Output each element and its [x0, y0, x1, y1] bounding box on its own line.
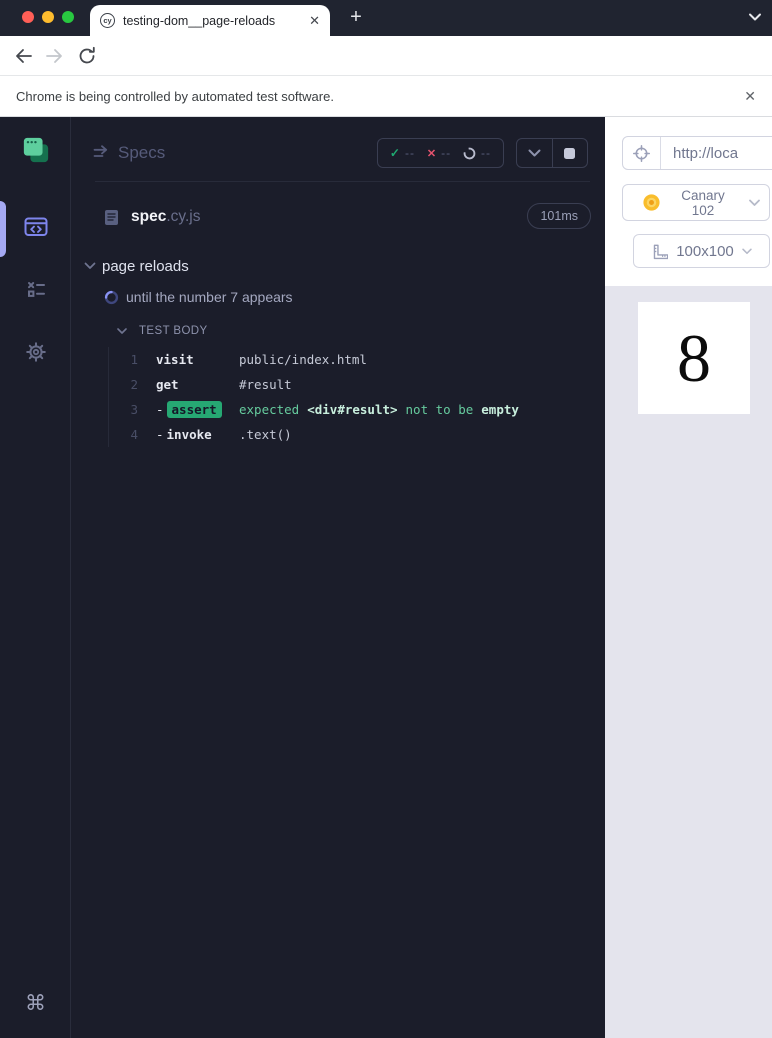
assert-badge: assert [166, 401, 222, 418]
aut-result-value: 8 [677, 320, 711, 396]
chevron-down-icon [742, 248, 752, 254]
cypress-sidebar: ⌘ [0, 117, 71, 1038]
specs-menu-icon[interactable] [93, 145, 112, 160]
test-title: until the number 7 appears [126, 289, 293, 305]
command-message: public/index.html [239, 352, 367, 367]
command-row-assert[interactable]: 3 - assert expected <div#result> not to be… [109, 397, 590, 422]
suite-title: page reloads [102, 257, 189, 275]
spec-file-icon [105, 209, 118, 225]
spec-name: spec [131, 208, 167, 225]
ruler-icon [654, 244, 669, 259]
chrome-canary-icon [643, 194, 660, 211]
pending-count: -- [481, 146, 492, 160]
minimize-window-button[interactable] [42, 11, 54, 23]
command-number: 2 [130, 377, 138, 392]
assert-message-part: <div#result> [307, 402, 398, 417]
assert-message-part: empty [481, 402, 519, 417]
test-row[interactable]: until the number 7 appears [104, 285, 293, 309]
cypress-app: ⌘ Specs ✓ -- ✕ -- -- spec .cy.js 101ms p… [0, 117, 772, 1038]
tab-search-chevron-icon[interactable] [748, 12, 762, 22]
reporter-panel: Specs ✓ -- ✕ -- -- spec .cy.js 101ms pag… [71, 117, 605, 1038]
test-body-label: TEST BODY [139, 325, 208, 337]
aut-viewport: 8 [638, 302, 750, 414]
sidebar-item-runs[interactable] [22, 276, 50, 304]
sidebar-item-settings[interactable] [22, 338, 50, 366]
cypress-logo-icon[interactable] [22, 136, 50, 164]
command-number: 1 [130, 352, 138, 367]
new-tab-button[interactable]: + [342, 4, 370, 32]
refresh-button[interactable] [76, 45, 98, 67]
command-log: 1 visit public/index.html 2 get #result … [108, 347, 590, 447]
fullscreen-window-button[interactable] [62, 11, 74, 23]
stats-group[interactable]: ✓ -- ✕ -- -- [377, 138, 504, 168]
sidebar-item-specs[interactable] [22, 213, 50, 241]
command-name: visit [156, 352, 194, 367]
chevron-down-icon [84, 262, 96, 269]
stat-passed: ✓ -- [390, 146, 415, 160]
header-divider [95, 181, 590, 182]
failed-count: -- [441, 146, 452, 160]
test-running-spinner-icon [104, 290, 119, 304]
aut-url-bar[interactable]: http://loca [622, 136, 772, 170]
browser-selector-value: Canary 102 [681, 187, 725, 218]
aut-frame-area: 8 [605, 286, 772, 1038]
command-row[interactable]: 1 visit public/index.html [109, 347, 590, 372]
browser-window: cy testing-dom__page-reloads ✕ + localho… [0, 0, 772, 1038]
assert-message-part: not to be [405, 402, 474, 417]
browser-selector[interactable]: Canary 102 [622, 184, 770, 221]
test-body-toggle[interactable]: TEST BODY [117, 321, 208, 341]
collapse-chevron-button[interactable] [517, 139, 552, 167]
stop-icon [564, 147, 576, 159]
close-window-button[interactable] [22, 11, 34, 23]
runner-controls [516, 138, 588, 168]
back-button[interactable] [12, 45, 34, 67]
spec-duration-badge: 101ms [527, 203, 591, 229]
browser-tab[interactable]: cy testing-dom__page-reloads ✕ [90, 5, 330, 36]
browser-toolbar: localhost:52876/__/#/specs/runner?file=c… [0, 36, 772, 106]
x-icon: ✕ [426, 147, 437, 160]
command-name: get [156, 377, 179, 392]
automation-infobar: Chrome is being controlled by automated … [0, 75, 772, 117]
selector-playground-crosshair-icon[interactable] [623, 137, 661, 169]
command-row[interactable]: 4 - invoke .text() [109, 422, 590, 447]
assert-message: expected <div#result> not to be empty [239, 402, 519, 417]
passed-count: -- [404, 146, 415, 160]
stop-button[interactable] [551, 139, 588, 167]
suite-toggle[interactable]: page reloads [84, 254, 189, 278]
pending-circle-icon [463, 147, 476, 160]
chevron-down-icon [749, 199, 760, 206]
command-number: 4 [130, 427, 138, 442]
sidebar-active-indicator [0, 201, 6, 257]
stat-failed: ✕ -- [427, 146, 451, 160]
cypress-favicon-icon: cy [100, 13, 115, 28]
tab-strip: cy testing-dom__page-reloads ✕ + [0, 0, 772, 36]
assert-message-part: expected [239, 402, 300, 417]
tab-title: testing-dom__page-reloads [123, 13, 276, 28]
command-row[interactable]: 2 get #result [109, 372, 590, 397]
forward-button[interactable] [44, 45, 66, 67]
viewport-selector-value: 100x100 [676, 242, 734, 260]
command-message: #result [239, 377, 292, 392]
command-message: .text() [239, 427, 292, 442]
reporter-title: Specs [118, 143, 166, 162]
keyboard-shortcuts-icon[interactable]: ⌘ [0, 991, 71, 1016]
child-command-dash: - [156, 402, 164, 417]
chevron-down-icon [117, 327, 127, 334]
spec-extension: .cy.js [166, 208, 201, 225]
command-number: 3 [130, 402, 138, 417]
check-icon: ✓ [389, 146, 400, 160]
viewport-selector[interactable]: 100x100 [633, 234, 770, 268]
aut-url-value: http://loca [673, 144, 739, 162]
spec-row[interactable]: spec .cy.js 101ms [71, 189, 605, 245]
child-command-dash: - [156, 427, 164, 442]
command-name: invoke [166, 427, 212, 442]
stat-pending: -- [463, 146, 491, 160]
infobar-text: Chrome is being controlled by automated … [16, 88, 334, 104]
preview-panel: http://loca Canary 102 100x100 8 [605, 117, 772, 1038]
tab-close-icon[interactable]: ✕ [309, 14, 320, 27]
infobar-close-icon[interactable]: ✕ [744, 88, 756, 105]
